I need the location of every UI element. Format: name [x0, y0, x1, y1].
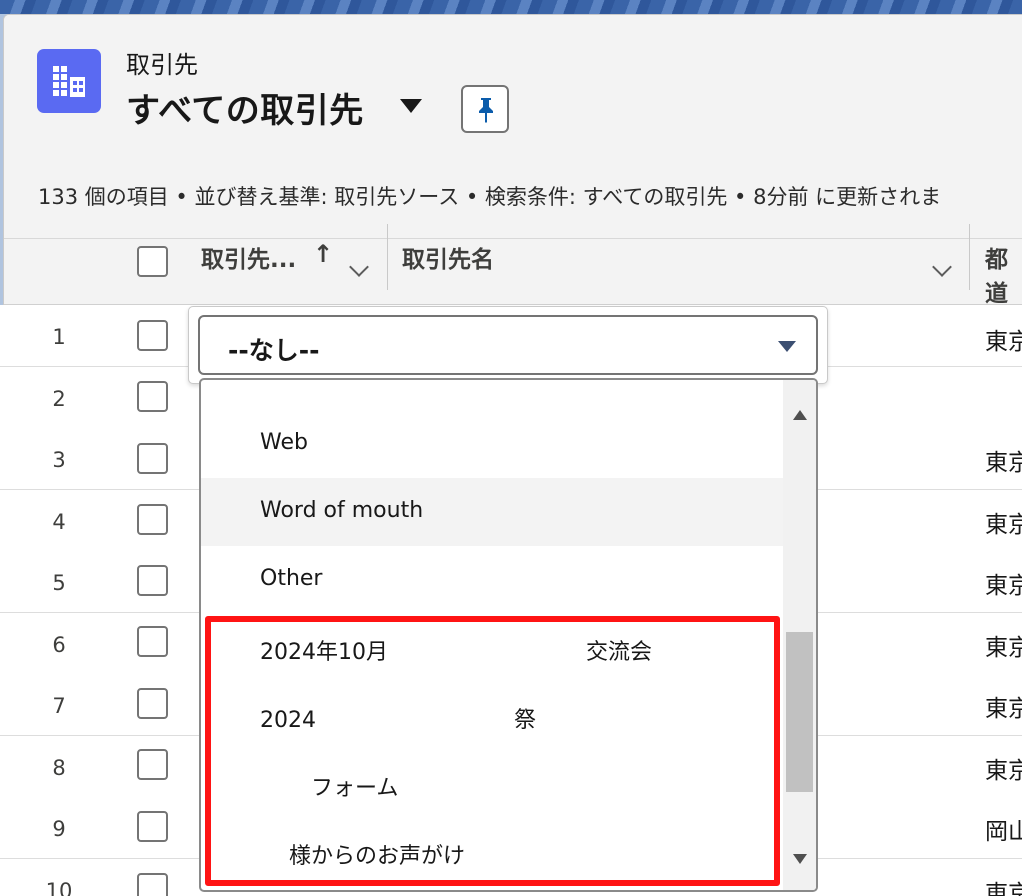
column-header-prefecture[interactable]: 都道 — [985, 240, 1022, 308]
prefecture-cell: 東京 — [985, 450, 1022, 476]
sort-ascending-icon: ↑ — [313, 240, 334, 268]
picklist-option[interactable]: 様からのお声がけ — [201, 818, 783, 886]
row-checkbox[interactable] — [137, 320, 168, 351]
scroll-up-arrow-icon[interactable] — [793, 410, 807, 420]
row-number: 8 — [52, 756, 66, 780]
picklist-option[interactable]: Web — [201, 410, 783, 478]
row-number: 1 — [52, 325, 66, 349]
row-checkbox[interactable] — [137, 749, 168, 780]
picklist-option[interactable]: Word of mouth — [201, 478, 783, 546]
row-number: 2 — [52, 387, 66, 411]
row-number: 7 — [52, 694, 66, 718]
row-number: 10 — [45, 879, 73, 896]
scroll-down-arrow-icon[interactable] — [793, 854, 807, 864]
account-source-combobox[interactable]: --なし-- — [198, 315, 818, 375]
picklist-dropdown[interactable]: Web Word of mouth Other 2024年10月 交流会 202… — [199, 378, 818, 892]
row-number: 3 — [52, 448, 66, 472]
column-header-account-name[interactable]: 取引先名 — [402, 240, 494, 274]
picklist-option[interactable]: 2024年10月 交流会 — [201, 614, 783, 682]
prefecture-cell: 岡山 — [985, 819, 1022, 845]
combobox-caret-icon[interactable] — [778, 341, 796, 352]
column-header-account-source[interactable]: 取引先... — [201, 240, 296, 274]
row-checkbox[interactable] — [137, 381, 168, 412]
prefecture-cell: 東京 — [985, 881, 1022, 896]
row-number: 9 — [52, 817, 66, 841]
scrollbar-thumb[interactable] — [786, 632, 813, 792]
row-number: 5 — [52, 571, 66, 595]
column-divider[interactable] — [387, 224, 388, 290]
row-checkbox[interactable] — [137, 873, 168, 896]
pin-list-view-button[interactable] — [461, 85, 509, 133]
picklist-option[interactable]: 2024 祭 — [201, 682, 783, 750]
prefecture-cell: 東京 — [985, 635, 1022, 661]
list-view-meta: 133 個の項目 • 並び替え基準: 取引先ソース • 検索条件: すべての取引… — [38, 185, 942, 209]
row-checkbox[interactable] — [137, 811, 168, 842]
picklist-option[interactable]: フォーム — [201, 750, 783, 818]
prefecture-cell: 東京 — [985, 329, 1022, 355]
select-all-checkbox[interactable] — [137, 246, 168, 277]
pin-icon — [479, 98, 493, 123]
row-checkbox[interactable] — [137, 504, 168, 535]
row-number: 4 — [52, 510, 66, 534]
account-object-icon — [37, 49, 101, 113]
list-view-dropdown-icon[interactable] — [400, 99, 422, 113]
page-background — [0, 0, 1022, 14]
row-checkbox[interactable] — [137, 565, 168, 596]
prefecture-cell: 東京 — [985, 573, 1022, 599]
prefecture-cell: 東京 — [985, 696, 1022, 722]
picklist-option[interactable]: Other — [201, 546, 783, 614]
combobox-selected-value: --なし-- — [228, 336, 320, 365]
row-number: 6 — [52, 633, 66, 657]
column-divider[interactable] — [969, 224, 970, 290]
list-view-header: 取引先 すべての取引先 133 個の項目 • 並び替え基準: 取引先ソース • … — [4, 15, 1022, 239]
row-checkbox[interactable] — [137, 688, 168, 719]
prefecture-cell: 東京 — [985, 512, 1022, 538]
row-checkbox[interactable] — [137, 626, 168, 657]
object-label: 取引先 — [126, 51, 198, 79]
list-view-title[interactable]: すべての取引先 — [126, 83, 364, 132]
prefecture-cell: 東京 — [985, 758, 1022, 784]
row-checkbox[interactable] — [137, 443, 168, 474]
